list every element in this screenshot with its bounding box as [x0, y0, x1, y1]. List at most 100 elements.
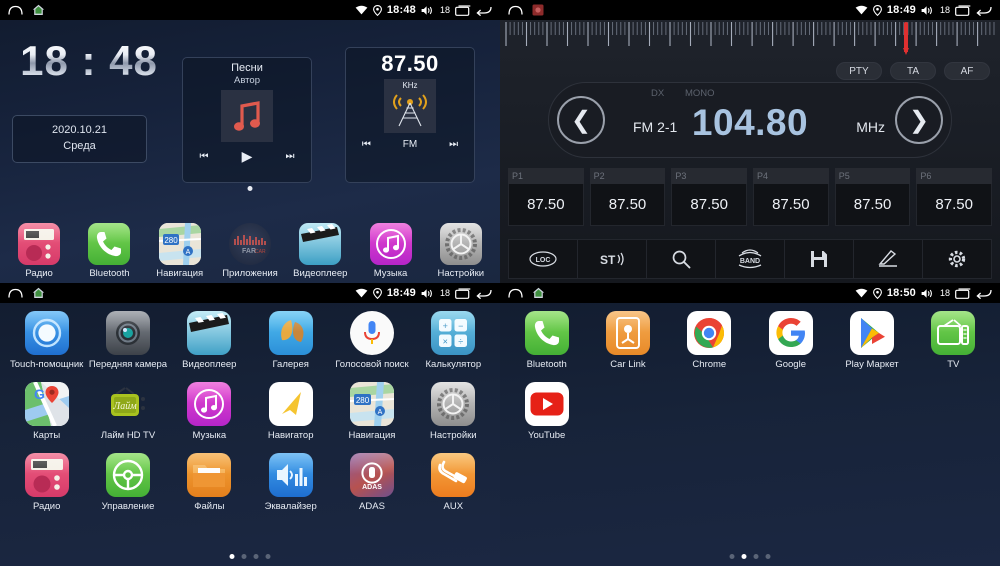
- home-icon[interactable]: [32, 287, 45, 299]
- app-drawer-page1-panel: 18:49 18 Touch-помощник Передняя камера …: [0, 283, 500, 566]
- tune-up-button[interactable]: ❯: [895, 96, 943, 144]
- home-icon[interactable]: [32, 4, 45, 16]
- app-item-radio[interactable]: Радио: [6, 453, 87, 512]
- scan-button[interactable]: [647, 240, 716, 278]
- location-icon: [372, 287, 382, 299]
- app-item-touch-assistant[interactable]: Touch-помощник: [6, 311, 87, 370]
- recents-icon[interactable]: [455, 287, 471, 299]
- app-label: Радио: [32, 501, 61, 512]
- music-widget[interactable]: Песни Автор ⏮ ▶ ⏭: [182, 57, 312, 183]
- dock-item-apps[interactable]: FAR CAR Приложения: [219, 223, 281, 279]
- music-prev-button[interactable]: ⏮: [200, 151, 209, 162]
- page-dot[interactable]: [729, 554, 735, 559]
- app-item-youtube[interactable]: YouTube: [506, 382, 587, 441]
- page-dot[interactable]: [753, 554, 759, 559]
- app-item-play-store[interactable]: Play Маркет: [831, 311, 912, 370]
- dock-item-radio[interactable]: Радио: [8, 223, 70, 279]
- preset-button-6[interactable]: P6 87.50: [916, 168, 993, 226]
- back-arch-icon[interactable]: [508, 5, 523, 16]
- home-icon[interactable]: [532, 287, 545, 299]
- af-button[interactable]: AF: [944, 62, 990, 80]
- recents-icon[interactable]: [955, 4, 971, 16]
- tune-down-button[interactable]: ❮: [557, 96, 605, 144]
- preset-button-1[interactable]: P1 87.50: [508, 168, 584, 226]
- date-widget[interactable]: 2020.10.21 Среда: [12, 115, 147, 163]
- radio-band-label[interactable]: FM: [403, 139, 417, 150]
- loc-button[interactable]: LOC: [509, 240, 578, 278]
- mono-label[interactable]: MONO: [685, 88, 715, 99]
- clock-widget[interactable]: 18 : 48: [14, 40, 164, 82]
- dock-label-navigation: Навигация: [156, 268, 204, 279]
- music-play-button[interactable]: ▶: [242, 148, 253, 165]
- app-item-equalizer[interactable]: Эквалайзер: [250, 453, 331, 512]
- app-item-settings[interactable]: Настройки: [413, 382, 494, 441]
- phone-icon: [524, 311, 569, 355]
- page-dot[interactable]: [241, 554, 247, 559]
- app-item-voice-search[interactable]: Голосовой поиск: [331, 311, 412, 370]
- home-screen-panel: 18:48 18 18 : 48 2020.10.21 Среда Песни …: [0, 0, 500, 283]
- app-label: Навигатор: [267, 430, 314, 441]
- app-item-music[interactable]: Музыка: [169, 382, 250, 441]
- dock-item-video[interactable]: Видеоплеер: [289, 223, 351, 279]
- app-item-maps[interactable]: G Карты: [6, 382, 87, 441]
- dock-item-bluetooth[interactable]: Bluetooth: [78, 223, 140, 279]
- screenshot-grid: 18:48 18 18 : 48 2020.10.21 Среда Песни …: [0, 0, 1000, 566]
- stereo-button[interactable]: ST: [578, 240, 647, 278]
- manual-tune-button[interactable]: [854, 240, 923, 278]
- page-dot[interactable]: [253, 554, 259, 559]
- app-item-calculator[interactable]: + − × ÷ Калькулятор: [413, 311, 494, 370]
- page-dot[interactable]: [265, 554, 271, 559]
- back-icon[interactable]: [476, 5, 492, 16]
- app-item-lime-hd-tv[interactable]: Лайм Лайм HD TV: [87, 382, 168, 441]
- app-item-navigator[interactable]: Навигатор: [250, 382, 331, 441]
- radio-next-button[interactable]: ⏭: [449, 139, 458, 150]
- dock-item-settings[interactable]: Настройки: [430, 223, 492, 279]
- app-item-google[interactable]: Google: [750, 311, 831, 370]
- app-item-chrome[interactable]: Chrome: [669, 311, 750, 370]
- aux-jack-icon: [431, 453, 476, 497]
- car-link-icon: [605, 311, 650, 355]
- app-item-steering-control[interactable]: Управление: [87, 453, 168, 512]
- preset-slot-label: P6: [916, 168, 993, 184]
- back-arch-icon[interactable]: [8, 288, 23, 299]
- radio-widget[interactable]: 87.50 KHz ⏮ FM ⏭: [345, 47, 475, 183]
- settings-button[interactable]: [923, 240, 991, 278]
- band-button[interactable]: BAND: [716, 240, 785, 278]
- back-arch-icon[interactable]: [508, 288, 523, 299]
- recents-icon[interactable]: [455, 4, 471, 16]
- back-icon[interactable]: [976, 5, 992, 16]
- page-dot[interactable]: [741, 554, 747, 559]
- app-item-car-link[interactable]: Car Link: [587, 311, 668, 370]
- dock-item-music[interactable]: Музыка: [360, 223, 422, 279]
- back-arch-icon[interactable]: [8, 5, 23, 16]
- page-dot[interactable]: [765, 554, 771, 559]
- music-next-button[interactable]: ⏭: [285, 151, 294, 162]
- page-dot[interactable]: [229, 554, 235, 559]
- dx-label[interactable]: DX: [651, 88, 664, 99]
- preset-button-2[interactable]: P2 87.50: [589, 168, 666, 226]
- preset-button-3[interactable]: P3 87.50: [671, 168, 748, 226]
- app-item-bluetooth[interactable]: Bluetooth: [506, 311, 587, 370]
- recents-icon[interactable]: [955, 287, 971, 299]
- pty-button[interactable]: PTY: [836, 62, 882, 80]
- radio-prev-button[interactable]: ⏮: [362, 139, 371, 150]
- app-item-video-player[interactable]: Видеоплеер: [169, 311, 250, 370]
- radio-app-indicator-icon[interactable]: [532, 4, 544, 16]
- preset-button-4[interactable]: P4 87.50: [753, 168, 829, 226]
- app-item-front-camera[interactable]: Передняя камера: [87, 311, 168, 370]
- back-icon[interactable]: [976, 288, 992, 299]
- preset-button-5[interactable]: P5 87.50: [834, 168, 911, 226]
- app-item-navigation[interactable]: 280 A Навигация: [331, 382, 412, 441]
- app-item-files[interactable]: Файлы: [169, 453, 250, 512]
- frequency-scale[interactable]: [504, 22, 996, 58]
- dock-item-navigation[interactable]: 280 A Навигация: [149, 223, 211, 279]
- app-item-tv[interactable]: TV: [913, 311, 994, 370]
- app-item-adas[interactable]: ADAS ADAS: [331, 453, 412, 512]
- save-button[interactable]: [785, 240, 854, 278]
- ta-button[interactable]: TA: [890, 62, 936, 80]
- dock-label-bluetooth: Bluetooth: [89, 268, 130, 279]
- back-icon[interactable]: [476, 288, 492, 299]
- app-label: Управление: [101, 501, 155, 512]
- app-item-gallery[interactable]: Галерея: [250, 311, 331, 370]
- app-item-aux[interactable]: AUX: [413, 453, 494, 512]
